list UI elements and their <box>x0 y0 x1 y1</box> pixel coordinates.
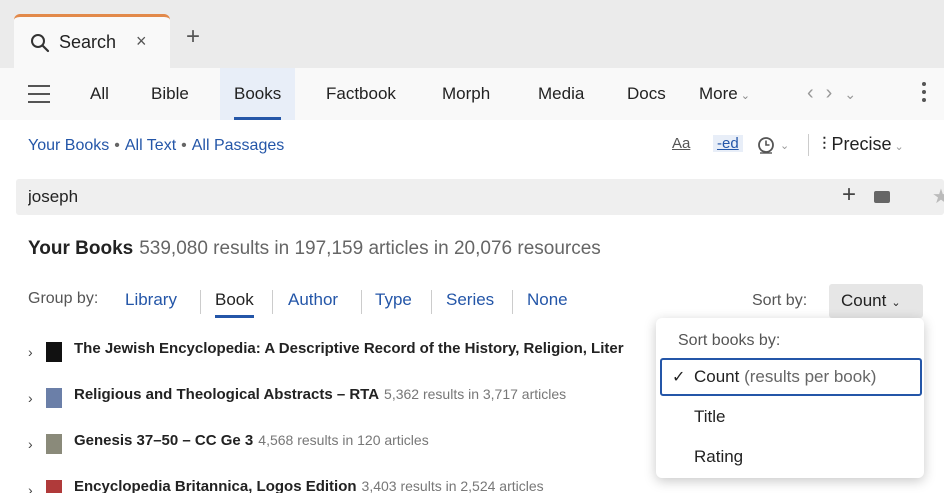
result-title: Religious and Theological Abstracts – RT… <box>74 386 380 403</box>
result-title: The Jewish Encyclopedia: A Descriptive R… <box>74 340 624 357</box>
search-icon <box>31 34 50 53</box>
summary-label: Your Books <box>28 238 134 259</box>
tab-search[interactable]: Search × <box>14 14 170 68</box>
sort-menu-header: Sort books by: <box>678 332 781 349</box>
close-icon[interactable]: × <box>136 31 147 52</box>
nav-item-bible[interactable]: Bible <box>151 84 189 104</box>
group-by-book[interactable]: Book <box>215 290 254 318</box>
chevron-down-icon[interactable]: ⌄ <box>780 139 789 152</box>
scope-text-link[interactable]: All Text <box>125 137 176 154</box>
nav-item-all[interactable]: All <box>90 84 109 104</box>
search-input[interactable] <box>28 185 808 209</box>
history-chevron-icon[interactable]: ⌄ <box>844 86 856 102</box>
nav-item-factbook[interactable]: Factbook <box>326 84 396 104</box>
result-title: Genesis 37–50 – CC Ge 3 <box>74 432 254 449</box>
scope-separator: • <box>114 137 120 154</box>
group-by-type[interactable]: Type <box>375 290 412 310</box>
history-clock-icon[interactable] <box>756 135 776 155</box>
sort-option-label: Title <box>694 407 726 426</box>
nav-item-more[interactable]: More ⌄ <box>699 84 750 104</box>
book-cover-icon <box>46 480 62 493</box>
group-separator <box>512 290 513 314</box>
result-title: Encyclopedia Britannica, Logos Edition <box>74 478 357 493</box>
hamburger-menu-icon[interactable] <box>28 85 50 103</box>
book-cover-icon <box>46 434 62 454</box>
history-nav: ‹ › ⌄ <box>807 82 868 105</box>
results-summary: Your Books 539,080 results in 197,159 art… <box>28 238 601 260</box>
chevron-down-icon: ⌄ <box>891 297 901 309</box>
group-separator <box>200 290 201 314</box>
result-row[interactable]: › Genesis 37–50 – CC Ge 3 4,568 results i… <box>28 432 668 462</box>
toolbar-divider <box>808 134 809 156</box>
precise-label: Precise <box>831 134 892 154</box>
group-by-library[interactable]: Library <box>125 290 177 310</box>
chevron-down-icon: ⌄ <box>740 90 750 102</box>
sort-option-label: Rating <box>694 447 744 466</box>
more-label: More <box>699 84 738 103</box>
forward-arrow-icon[interactable]: › <box>826 82 833 104</box>
result-stats: 3,403 results in 2,524 articles <box>361 478 544 493</box>
back-arrow-icon[interactable]: ‹ <box>807 82 814 104</box>
scope-separator: • <box>181 137 187 154</box>
scope-passages-link[interactable]: All Passages <box>192 137 285 154</box>
result-row[interactable]: › Religious and Theological Abstracts – … <box>28 386 668 416</box>
expand-chevron-icon[interactable]: › <box>28 482 33 493</box>
resource-nav-bar: All Bible Books Factbook Morph Media Doc… <box>0 68 944 120</box>
summary-count: 539,080 results in 197,159 articles in 2… <box>139 238 601 259</box>
result-title-wrap: The Jewish Encyclopedia: A Descriptive R… <box>74 340 629 357</box>
result-title-wrap: Encyclopedia Britannica, Logos Edition 3,… <box>74 478 544 493</box>
sort-value: Count <box>841 291 887 310</box>
match-case-toggle[interactable]: Aa <box>672 135 690 152</box>
group-by-label: Group by: <box>28 290 99 307</box>
group-by-none[interactable]: None <box>527 290 568 310</box>
group-separator <box>272 290 273 314</box>
expand-chevron-icon[interactable]: › <box>28 344 33 360</box>
nav-item-morph[interactable]: Morph <box>442 84 490 104</box>
result-stats: 5,362 results in 3,717 articles <box>384 386 567 402</box>
sliders-icon: ⫶ <box>822 134 827 154</box>
star-icon[interactable]: ★ <box>932 184 944 209</box>
nav-item-media[interactable]: Media <box>538 84 584 104</box>
precise-dropdown[interactable]: ⫶ Precise ⌄ <box>822 134 904 155</box>
tab-label: Search <box>59 32 117 52</box>
expand-chevron-icon[interactable]: › <box>28 436 33 452</box>
result-title-wrap: Genesis 37–50 – CC Ge 3 4,568 results in … <box>74 432 429 449</box>
add-icon[interactable]: + <box>842 181 856 209</box>
result-title-wrap: Religious and Theological Abstracts – RT… <box>74 386 566 403</box>
expand-chevron-icon[interactable]: › <box>28 390 33 406</box>
result-stats: 4,568 results in 120 articles <box>258 432 429 448</box>
sort-option-hint: (results per book) <box>744 367 877 386</box>
group-by-author[interactable]: Author <box>288 290 338 310</box>
kebab-menu-icon[interactable] <box>922 82 928 104</box>
group-separator <box>361 290 362 314</box>
match-all-forms-toggle[interactable]: -ed <box>713 135 743 152</box>
checkmark-icon: ✓ <box>672 369 686 386</box>
scope-books-link[interactable]: Your Books <box>28 137 109 154</box>
sort-option-rating[interactable]: Rating <box>660 438 922 476</box>
book-cover-icon <box>46 342 62 362</box>
tab-strip: Search × + <box>0 0 944 68</box>
sort-by-dropdown[interactable]: Count ⌄ <box>829 284 923 318</box>
sort-by-label: Sort by: <box>752 292 808 309</box>
group-separator <box>431 290 432 314</box>
result-row[interactable]: › Encyclopedia Britannica, Logos Edition… <box>28 478 668 493</box>
sort-books-menu: Sort books by: ✓ Count (results per book)… <box>656 318 924 478</box>
search-box: + ★ <box>16 179 944 215</box>
sort-option-label: Count <box>694 367 740 386</box>
result-row[interactable]: › The Jewish Encyclopedia: A Descriptive… <box>28 340 668 370</box>
sort-option-title[interactable]: Title <box>660 398 922 436</box>
chevron-down-icon: ⌄ <box>894 141 904 153</box>
group-by-series[interactable]: Series <box>446 290 494 310</box>
search-scope: Your Books • All Text • All Passages <box>28 137 284 155</box>
new-tab-button[interactable]: + <box>186 25 200 49</box>
book-cover-icon <box>46 388 62 408</box>
nav-item-docs[interactable]: Docs <box>627 84 666 104</box>
keyboard-icon[interactable] <box>874 191 890 203</box>
nav-item-books[interactable]: Books <box>220 68 296 120</box>
sort-option-count[interactable]: ✓ Count (results per book) <box>660 358 922 396</box>
